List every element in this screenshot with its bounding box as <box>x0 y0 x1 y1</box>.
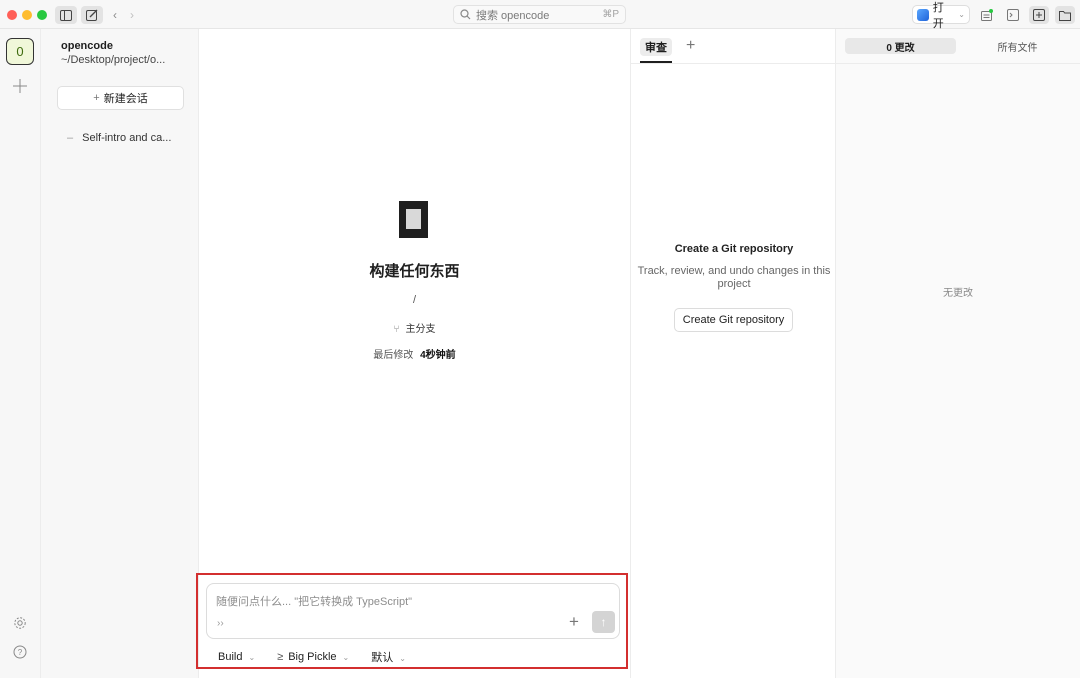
branch-icon: ⑂ <box>393 324 400 335</box>
close-window-button[interactable] <box>7 10 17 20</box>
new-session-label: 新建会话 <box>103 93 148 105</box>
project-sidebar: opencode ~/Desktop/project/o... + 新建会话 –… <box>41 29 199 678</box>
open-in-button[interactable]: 打开 ⌄ <box>912 2 970 30</box>
status-icon <box>981 9 993 21</box>
chevron-down-icon: ⌄ <box>399 654 406 663</box>
minimize-window-button[interactable] <box>22 10 32 20</box>
last-modified-row: 最后修改 4秒钟前 <box>199 346 630 361</box>
branch-row: ⑂ 主分支 <box>199 320 630 335</box>
new-session-toolbar-button[interactable] <box>81 6 103 24</box>
variant-select-label: 默认 <box>371 652 394 664</box>
model-select-label: Big Pickle <box>288 651 337 663</box>
divider <box>836 63 1080 64</box>
add-tab-button[interactable]: + <box>686 37 695 55</box>
composer-options: Build ⌄ ≥ Big Pickle ⌄ 默认 ⌄ <box>218 649 406 665</box>
review-panel-toggle-button[interactable] <box>1029 6 1049 24</box>
plus-icon: + <box>93 92 100 104</box>
toggle-sidebar-button[interactable] <box>55 6 77 24</box>
chevron-right-icon: › <box>130 8 134 22</box>
terminal-icon <box>1007 9 1019 21</box>
zoom-window-button[interactable] <box>37 10 47 20</box>
chevron-down-icon: ⌄ <box>342 653 350 662</box>
prompt-placeholder: 随便问点什么... "把它转换成 TypeScript" <box>216 596 413 608</box>
project-path: ~/Desktop/project/o... <box>61 54 166 66</box>
search-placeholder: 搜索 opencode <box>476 9 550 22</box>
finder-icon <box>917 8 929 21</box>
prompt-composer-highlight: 随便问点什么... "把它转换成 TypeScript" ›› + ↑ Buil… <box>196 573 628 669</box>
help-icon: ? <box>13 645 27 659</box>
tab-review[interactable]: 审查 <box>640 38 672 56</box>
svg-text:?: ? <box>18 648 23 657</box>
git-empty-description: Track, review, and undo changes in this … <box>637 265 831 290</box>
plus-icon <box>13 79 27 93</box>
plus-icon: + <box>686 37 696 54</box>
project-name[interactable]: opencode <box>61 40 113 52</box>
last-modified-value: 4秒钟前 <box>420 350 456 361</box>
tab-changes[interactable]: 0 更改 <box>845 38 956 54</box>
session-list-item[interactable]: – Self-intro and ca... <box>67 132 171 144</box>
open-label: 打开 <box>932 1 944 30</box>
forward-button[interactable]: › <box>125 6 139 24</box>
agent-select-label: Build <box>218 651 243 663</box>
folder-icon <box>1059 10 1071 21</box>
chevron-down-icon: ⌄ <box>248 653 256 662</box>
attach-button[interactable]: + <box>569 612 579 632</box>
changes-panel: 0 更改 所有文件 无更改 <box>836 29 1080 678</box>
divider <box>631 63 837 64</box>
session-dash: – <box>67 132 74 144</box>
add-workspace-button[interactable] <box>12 78 28 94</box>
session-title: Self-intro and ca... <box>82 132 172 144</box>
search-icon <box>460 9 471 20</box>
review-panel: 审查 + Create a Git repository Track, revi… <box>630 29 837 678</box>
sidebar-icon <box>60 9 72 21</box>
panel-icon <box>1033 9 1045 21</box>
plus-icon: + <box>569 612 579 631</box>
chevron-icon: ›› <box>217 618 224 629</box>
last-modified-label: 最后修改 <box>373 350 414 361</box>
compose-icon <box>86 9 98 21</box>
search-shortcut: ⌘P <box>602 9 619 20</box>
model-icon: ≥ <box>277 651 284 663</box>
prompt-input[interactable]: 随便问点什么... "把它转换成 TypeScript" ›› + ↑ <box>206 583 620 639</box>
project-root-path: / <box>412 294 417 306</box>
chevron-left-icon: ‹ <box>113 8 117 22</box>
terminal-toggle-button[interactable] <box>1006 6 1020 24</box>
workspace-badge[interactable]: 0 <box>6 38 34 65</box>
arrow-up-icon: ↑ <box>600 615 607 629</box>
search-bar[interactable]: 搜索 opencode ⌘P <box>453 5 626 24</box>
page-title: 构建任何东西 <box>369 263 460 280</box>
new-session-button[interactable]: + 新建会话 <box>57 86 184 110</box>
help-button[interactable]: ? <box>13 645 27 659</box>
gear-icon <box>14 617 26 629</box>
chevron-down-icon: ⌄ <box>958 10 965 19</box>
branch-label: 主分支 <box>405 324 436 335</box>
no-changes-label: 无更改 <box>943 288 973 299</box>
tab-all-files[interactable]: 所有文件 <box>976 38 1059 54</box>
main-panel: 构建任何东西 / ⑂ 主分支 最后修改 4秒钟前 随便问点什么... "把它转换成… <box>196 29 630 678</box>
workspace-rail: 0 ? <box>0 29 41 678</box>
status-button[interactable] <box>980 6 994 24</box>
variant-select[interactable]: 默认 ⌄ <box>371 649 406 665</box>
title-bar: ‹ › 搜索 opencode ⌘P 打开 ⌄ <box>0 0 1080 30</box>
model-select[interactable]: ≥ Big Pickle ⌄ <box>277 651 349 663</box>
create-git-repository-button[interactable]: Create Git repository <box>674 308 793 332</box>
opencode-logo <box>399 201 428 238</box>
git-empty-title: Create a Git repository <box>674 243 794 255</box>
settings-button[interactable] <box>13 616 27 630</box>
files-panel-toggle-button[interactable] <box>1055 6 1075 24</box>
agent-select[interactable]: Build ⌄ <box>218 651 255 663</box>
send-button[interactable]: ↑ <box>592 611 615 633</box>
back-button[interactable]: ‹ <box>108 6 122 24</box>
